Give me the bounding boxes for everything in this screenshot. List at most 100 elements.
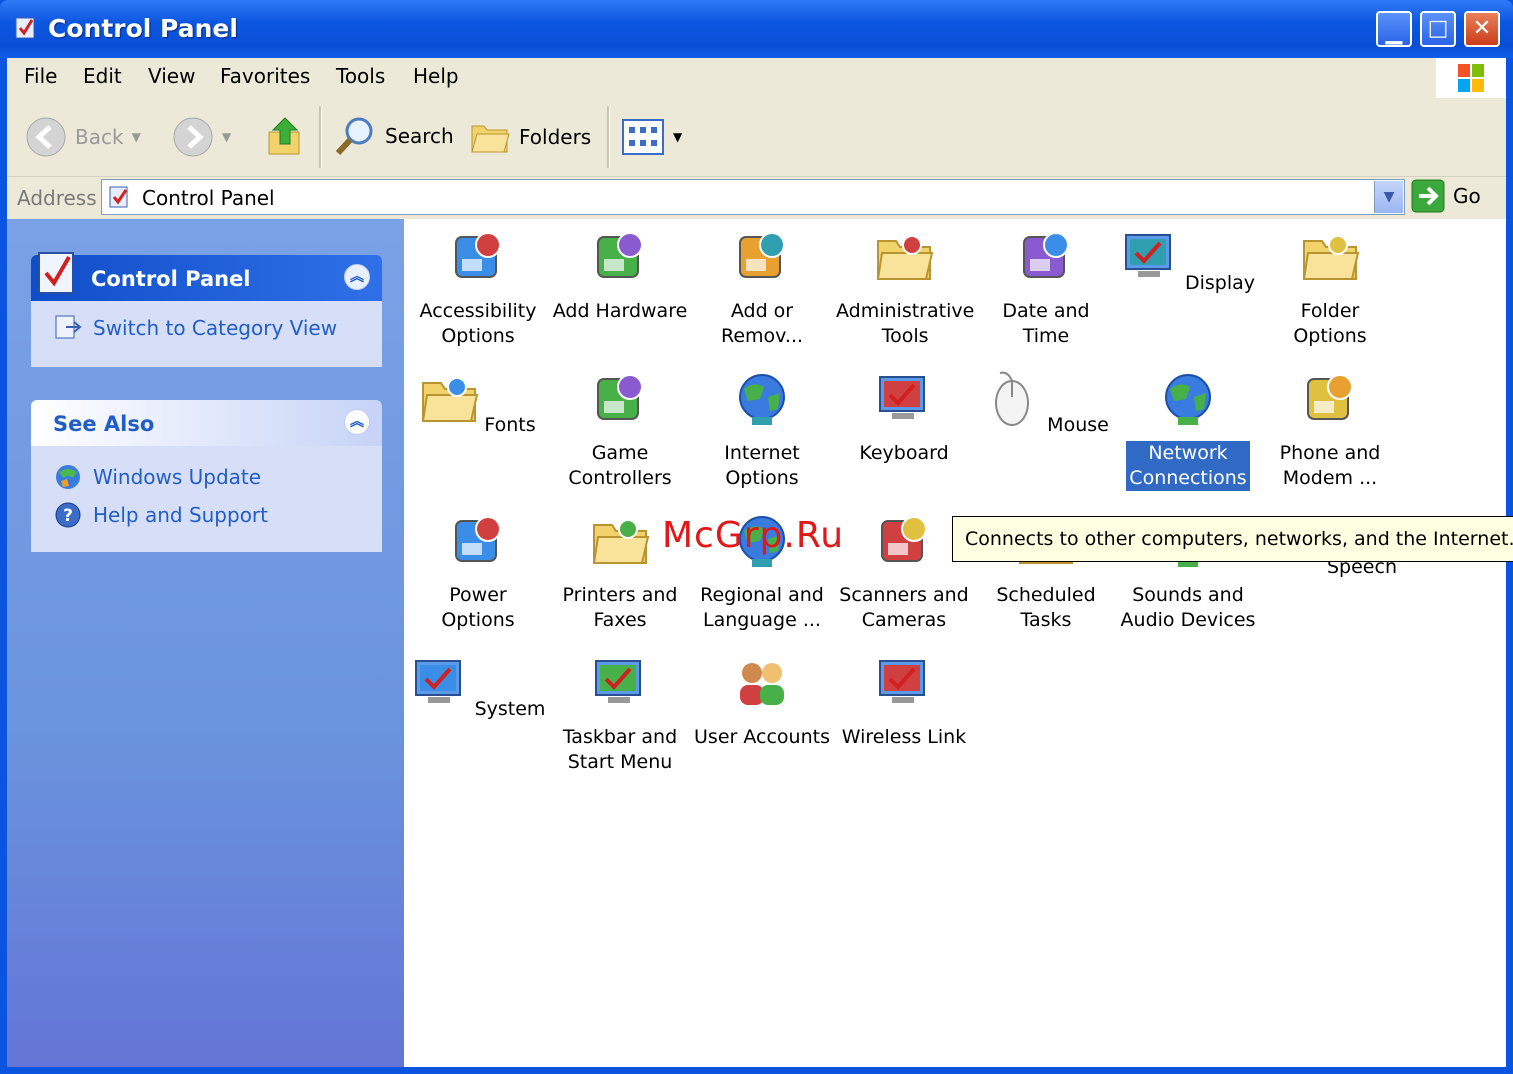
menu-file[interactable]: File [24, 64, 57, 88]
menu-favorites[interactable]: Favorites [220, 64, 310, 88]
item-accessibility[interactable]: Accessibility Options [407, 225, 549, 349]
views-dropdown-icon[interactable]: ▼ [673, 130, 682, 144]
up-button[interactable] [265, 114, 307, 158]
item-folder-options[interactable]: Folder Options [1259, 225, 1401, 349]
window-title: Control Panel [48, 14, 238, 43]
close-button[interactable]: ✕ [1464, 11, 1500, 47]
search-button[interactable]: Search [333, 114, 454, 158]
watermark: McGrp.Ru [662, 515, 845, 556]
window-frame-bottom [0, 1067, 1513, 1074]
control-panel-section-header[interactable]: Control Panel ︽ [31, 252, 382, 301]
keyboard-icon [879, 376, 925, 419]
views-button[interactable]: ▼ [621, 118, 682, 156]
folders-label: Folders [519, 125, 592, 149]
back-label: Back [75, 125, 124, 149]
task-pane: Control Panel ︽ Switch to Category View … [7, 219, 404, 1067]
control-panel-window: Control Panel ▁ □ ✕ File Edit View Favor… [0, 0, 1513, 1074]
item-network-connections[interactable]: Network Connections [1117, 367, 1259, 491]
windows-logo [1436, 58, 1506, 98]
forward-arrow-icon [173, 117, 213, 157]
control-panel-icon [15, 17, 35, 39]
add-hardware-icon [597, 232, 643, 278]
mouse-icon [995, 371, 1030, 426]
item-label: Folder Options [1293, 300, 1367, 347]
wireless-link-icon [879, 660, 925, 703]
see-also-section-header[interactable]: See Also ︽ [31, 400, 382, 446]
administrative-tools-icon [876, 235, 934, 280]
item-label: Internet Options [724, 442, 800, 489]
item-fonts[interactable]: Fonts [407, 367, 549, 438]
add-remove-programs-icon [739, 232, 785, 278]
folders-icon [471, 125, 510, 153]
go-button[interactable]: Go [1411, 179, 1481, 213]
views-icon [622, 119, 664, 155]
item-label: Regional and Language ... [700, 584, 824, 631]
item-administrative-tools[interactable]: Administrative Tools [833, 225, 975, 349]
help-icon: ? [55, 502, 81, 528]
item-taskbar-start-menu[interactable]: Taskbar and Start Menu [549, 651, 691, 775]
item-label: Taskbar and Start Menu [562, 726, 678, 773]
item-label: Printers and Faxes [562, 584, 678, 631]
item-add-hardware[interactable]: Add Hardware [549, 225, 691, 324]
address-label: Address [17, 186, 97, 210]
item-user-accounts[interactable]: User Accounts [691, 651, 833, 750]
item-label: Keyboard [859, 442, 949, 464]
menu-view[interactable]: View [148, 64, 195, 88]
item-display[interactable]: Display [1117, 225, 1259, 296]
item-label: Scheduled Tasks [996, 584, 1096, 631]
item-label: Date and Time [1002, 300, 1090, 347]
item-date-time[interactable]: Date and Time [975, 225, 1117, 349]
close-icon: ✕ [1472, 16, 1492, 41]
user-accounts-icon [740, 663, 784, 705]
forward-button[interactable]: ▼ [172, 116, 231, 158]
switch-to-category-view-link[interactable]: Switch to Category View [53, 309, 382, 347]
address-bar: Address Control Panel ▼ Go [7, 177, 1506, 219]
item-system[interactable]: System [407, 651, 549, 722]
item-power-options[interactable]: Power Options [407, 509, 549, 633]
go-arrow-icon [1411, 179, 1445, 213]
item-label: Add or Remov... [720, 300, 804, 347]
system-icon [414, 660, 461, 703]
item-phone-modem[interactable]: Phone and Modem ... [1259, 367, 1401, 491]
folders-button[interactable]: Folders [469, 116, 591, 158]
network-connections-icon [1165, 374, 1211, 425]
help-and-support-link[interactable]: ? Help and Support [53, 496, 382, 534]
collapse-icon[interactable]: ︽ [344, 264, 370, 290]
toolbar-separator [319, 106, 322, 168]
collapse-icon[interactable]: ︽ [344, 409, 370, 435]
windows-update-icon [56, 465, 80, 489]
menu-help[interactable]: Help [413, 64, 459, 88]
item-label: User Accounts [694, 726, 830, 748]
item-internet-options[interactable]: Internet Options [691, 367, 833, 491]
item-label: Wireless Link [841, 726, 967, 748]
menu-tools[interactable]: Tools [336, 64, 385, 88]
maximize-button[interactable]: □ [1420, 11, 1456, 47]
item-game-controllers[interactable]: Game Controllers [549, 367, 691, 491]
item-label: Fonts [484, 414, 536, 436]
maximize-icon: □ [1427, 16, 1449, 41]
search-icon [335, 117, 373, 156]
chevron-down-icon: ▼ [1383, 189, 1395, 205]
title-bar[interactable]: Control Panel ▁ □ ✕ [0, 0, 1513, 58]
phone-modem-icon [1307, 374, 1353, 420]
item-wireless-link[interactable]: Wireless Link [833, 651, 975, 750]
toolbar: Back ▼ ▼ Search Folders ▼ [7, 98, 1506, 177]
game-controllers-icon [597, 374, 643, 420]
item-add-remove-programs[interactable]: Add or Remov... [691, 225, 833, 349]
forward-dropdown-icon[interactable]: ▼ [222, 130, 231, 144]
control-panel-section-body: Switch to Category View [31, 301, 382, 367]
address-input[interactable]: Control Panel ▼ [101, 179, 1405, 215]
windows-update-label: Windows Update [93, 465, 262, 489]
menu-edit[interactable]: Edit [83, 64, 122, 88]
control-panel-section: Control Panel ︽ Switch to Category View [31, 252, 382, 367]
control-panel-items: Accessibility Options Add Hardware Add or… [404, 219, 1506, 1067]
item-mouse[interactable]: Mouse [975, 367, 1117, 438]
address-dropdown-button[interactable]: ▼ [1374, 181, 1403, 213]
windows-update-link[interactable]: Windows Update [53, 458, 382, 496]
minimize-button[interactable]: ▁ [1376, 11, 1412, 47]
item-keyboard[interactable]: Keyboard [833, 367, 975, 466]
item-label: Administrative Tools [836, 300, 975, 347]
back-button[interactable]: Back ▼ [25, 116, 141, 158]
see-also-title: See Also [53, 412, 155, 436]
back-dropdown-icon[interactable]: ▼ [132, 130, 141, 144]
